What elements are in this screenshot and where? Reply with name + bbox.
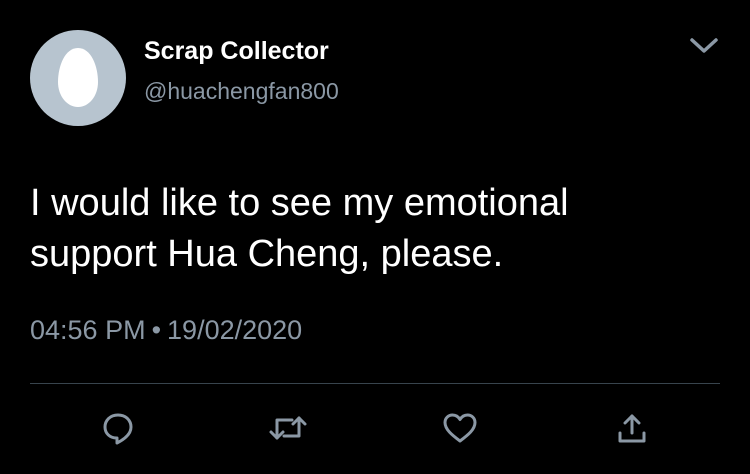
- tweet-date: 19/02/2020: [167, 315, 303, 345]
- egg-avatar-icon: [58, 48, 98, 107]
- retweet-button[interactable]: [264, 404, 312, 452]
- share-button[interactable]: [608, 404, 656, 452]
- reply-icon: [103, 413, 133, 445]
- tweet-timestamp[interactable]: 04:56 PM • 19/02/2020: [30, 313, 302, 347]
- tweet-text-line: support Hua Cheng, please.: [30, 233, 504, 275]
- separator-dot: •: [151, 315, 162, 345]
- heart-icon: [443, 413, 477, 443]
- divider: [30, 383, 720, 384]
- tweet-card: Scrap Collector @huachengfan800 I would …: [0, 0, 750, 474]
- like-button[interactable]: [436, 404, 484, 452]
- display-name[interactable]: Scrap Collector: [144, 36, 329, 66]
- reply-button[interactable]: [94, 404, 142, 452]
- tweet-time: 04:56 PM: [30, 315, 146, 345]
- retweet-icon: [269, 416, 307, 440]
- chevron-down-icon: [690, 38, 718, 53]
- tweet-menu-button[interactable]: [682, 28, 726, 64]
- share-icon: [618, 414, 646, 443]
- avatar[interactable]: [30, 30, 126, 126]
- tweet-text-line: I would like to see my emotional: [30, 182, 569, 224]
- tweet-text: I would like to see my emotional support…: [30, 178, 710, 280]
- user-handle[interactable]: @huachengfan800: [144, 77, 339, 105]
